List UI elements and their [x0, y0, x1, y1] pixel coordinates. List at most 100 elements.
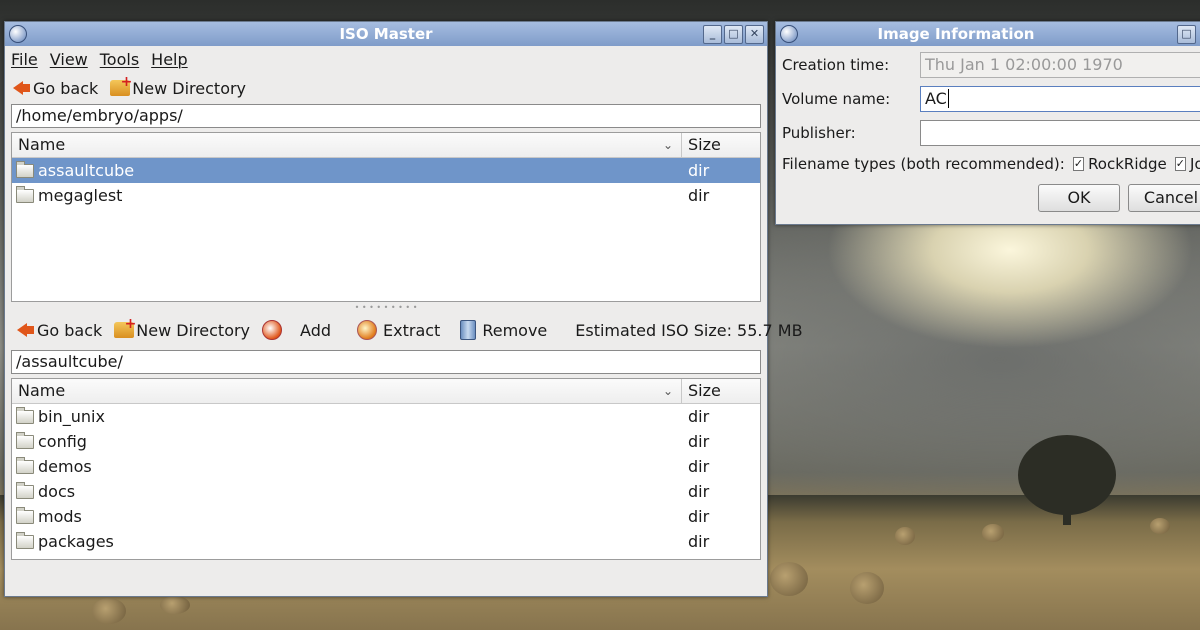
menu-view[interactable]: View: [50, 50, 88, 69]
bottom-go-back-button[interactable]: Go back: [15, 320, 102, 340]
hay-bale: [160, 596, 190, 614]
top-list-row[interactable]: assaultcube dir: [12, 158, 760, 183]
volume-name-label: Volume name:: [782, 90, 891, 108]
row-name: mods: [38, 507, 82, 526]
estimated-iso-size: Estimated ISO Size: 55.7 MB: [575, 320, 803, 340]
minimize-button[interactable]: _: [703, 25, 722, 44]
top-go-back-label: Go back: [33, 78, 99, 98]
new-folder-icon: [114, 316, 136, 338]
joliet-label: Joliet: [1190, 155, 1200, 173]
pane-splitter[interactable]: • • • • • • • • •: [5, 304, 767, 312]
remove-label: Remove: [482, 320, 548, 340]
image-information-dialog: Image Information □ Creation time: Thu J…: [775, 21, 1200, 225]
close-button[interactable]: ✕: [745, 25, 764, 44]
iso-master-app-icon: [9, 25, 27, 43]
volume-name-row: Volume name: AC: [776, 84, 1200, 114]
bottom-toolbar: Go back New Directory Add Extract Remove…: [5, 314, 803, 346]
bottom-new-directory-label: New Directory: [136, 320, 251, 340]
row-name: megaglest: [38, 186, 123, 205]
bottom-list-header: Name ⌄ Size: [12, 379, 760, 404]
folder-icon: [16, 456, 34, 474]
creation-time-label: Creation time:: [782, 56, 890, 74]
top-col-name[interactable]: Name ⌄: [12, 133, 682, 157]
bottom-list-row[interactable]: docs dir: [12, 479, 760, 504]
volume-name-value: AC: [925, 89, 947, 108]
filename-types-label: Filename types (both recommended):: [782, 155, 1065, 173]
folder-icon: [16, 185, 34, 203]
top-toolbar: Go back New Directory: [5, 72, 767, 104]
row-size: dir: [688, 532, 710, 551]
chevron-down-icon: ⌄: [662, 138, 673, 152]
remove-button[interactable]: Remove: [458, 320, 547, 340]
wallpaper-tree-trunk: [1063, 505, 1071, 525]
top-new-directory-button[interactable]: New Directory: [110, 74, 246, 98]
volume-name-field[interactable]: AC: [920, 86, 1200, 112]
top-go-back-button[interactable]: Go back: [11, 78, 98, 98]
rockridge-label: RockRidge: [1088, 155, 1167, 173]
hay-bale: [895, 527, 915, 545]
bottom-list-row[interactable]: demos dir: [12, 454, 760, 479]
hay-bale: [982, 524, 1004, 542]
top-col-name-label: Name: [18, 135, 66, 154]
joliet-checkbox[interactable]: ✓: [1174, 157, 1187, 171]
row-size: dir: [688, 161, 710, 180]
creation-time-row: Creation time: Thu Jan 1 02:00:00 1970: [776, 50, 1200, 80]
top-list-row[interactable]: megaglest dir: [12, 183, 760, 208]
text-cursor: [947, 89, 949, 108]
row-name: docs: [38, 482, 76, 501]
menubar: File View Tools Help: [5, 46, 767, 72]
image-info-titlebar[interactable]: Image Information □: [776, 22, 1200, 46]
folder-icon: [16, 506, 34, 524]
bottom-new-directory-button[interactable]: New Directory: [114, 316, 251, 340]
top-file-list: Name ⌄ Size assaultcube dir megaglest di…: [11, 132, 761, 302]
row-name: config: [38, 432, 87, 451]
hay-bale: [850, 572, 884, 604]
extract-label: Extract: [383, 320, 441, 340]
folder-icon: [16, 481, 34, 499]
folder-icon: [16, 406, 34, 424]
row-size: dir: [688, 457, 710, 476]
menu-tools[interactable]: Tools: [100, 50, 139, 69]
iso-master-titlebar[interactable]: ISO Master _ □ ✕: [5, 22, 767, 46]
publisher-label: Publisher:: [782, 124, 856, 142]
hay-bale: [1150, 518, 1170, 534]
publisher-row: Publisher:: [776, 118, 1200, 148]
row-size: dir: [688, 507, 710, 526]
bottom-list-row[interactable]: bin_unix dir: [12, 404, 760, 429]
publisher-field[interactable]: [920, 120, 1200, 146]
folder-icon: [16, 431, 34, 449]
add-button[interactable]: Add: [262, 320, 331, 340]
arrow-left-icon: [11, 78, 31, 98]
maximize-button[interactable]: □: [1177, 25, 1196, 44]
extract-icon: [357, 320, 378, 340]
rockridge-checkbox[interactable]: ✓: [1072, 157, 1085, 171]
maximize-button[interactable]: □: [724, 25, 743, 44]
arrow-left-icon: [15, 320, 35, 340]
row-name: demos: [38, 457, 92, 476]
ok-button[interactable]: OK: [1038, 184, 1120, 212]
bottom-col-size[interactable]: Size: [682, 379, 760, 403]
bottom-path-input[interactable]: /assaultcube/: [11, 350, 761, 374]
bottom-list-row[interactable]: packages dir: [12, 529, 760, 554]
hay-bale: [92, 598, 126, 624]
extract-button[interactable]: Extract: [357, 320, 440, 340]
chevron-down-icon: ⌄: [662, 384, 673, 398]
filename-types-row: Filename types (both recommended): ✓ Roc…: [776, 150, 1200, 178]
bottom-col-name-label: Name: [18, 381, 66, 400]
bottom-col-name[interactable]: Name ⌄: [12, 379, 682, 403]
top-list-header: Name ⌄ Size: [12, 133, 760, 158]
bottom-list-row[interactable]: config dir: [12, 429, 760, 454]
top-path-input[interactable]: /home/embryo/apps/: [11, 104, 761, 128]
folder-icon: [16, 160, 34, 178]
cancel-button[interactable]: Cancel: [1128, 184, 1200, 212]
row-name: assaultcube: [38, 161, 135, 180]
new-folder-icon: [110, 74, 132, 96]
hay-bale: [770, 562, 808, 596]
menu-file[interactable]: File: [11, 50, 38, 69]
menu-help[interactable]: Help: [151, 50, 187, 69]
add-label: Add: [300, 320, 332, 340]
dialog-title: Image Information: [877, 25, 1035, 43]
bottom-list-row[interactable]: mods dir: [12, 504, 760, 529]
dialog-buttons-row: OK Cancel: [776, 184, 1200, 212]
top-col-size[interactable]: Size: [682, 133, 760, 157]
